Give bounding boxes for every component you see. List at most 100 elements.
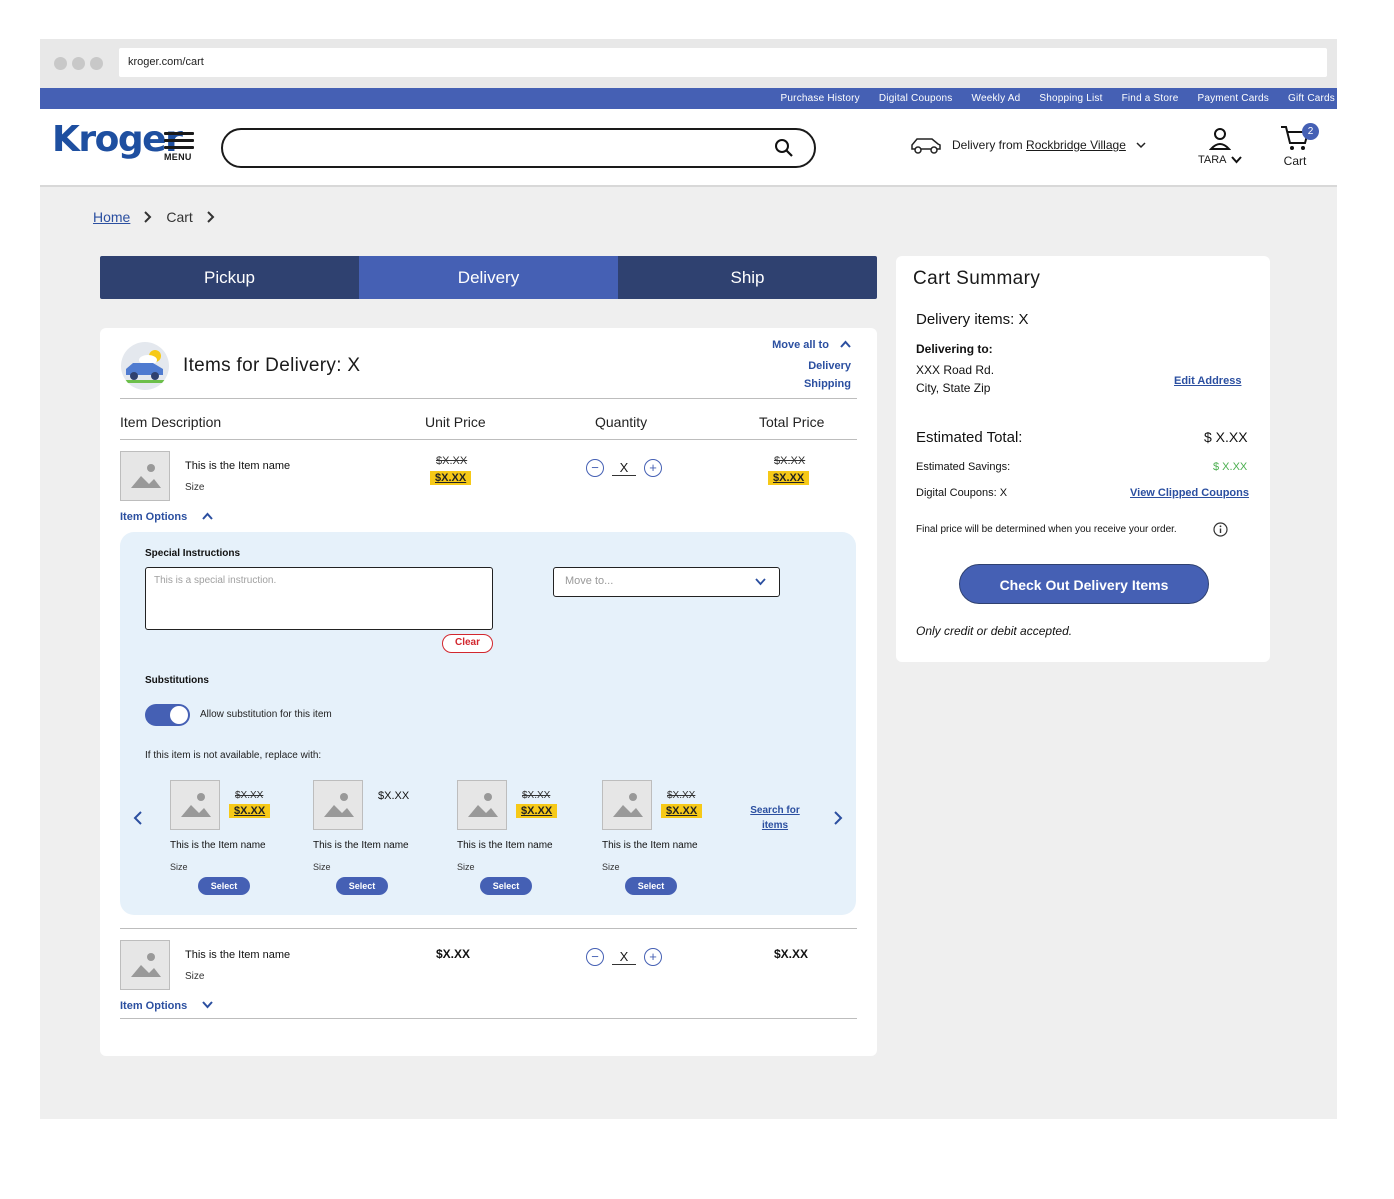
address-line-2: City, State Zip: [916, 381, 991, 395]
search-input[interactable]: [221, 128, 816, 168]
breadcrumb: Home Cart: [93, 209, 215, 225]
sub-price-original: $X.XX: [235, 790, 264, 801]
decrease-qty-button[interactable]: −: [586, 459, 604, 477]
item-size: Size: [185, 482, 205, 493]
nav-shopping-list[interactable]: Shopping List: [1039, 93, 1102, 104]
window-maximize-dot[interactable]: [90, 57, 103, 70]
item-name[interactable]: This is the Item name: [185, 949, 290, 961]
divider: [120, 928, 857, 929]
product-image[interactable]: [602, 780, 652, 830]
nav-gift-cards[interactable]: Gift Cards: [1288, 93, 1335, 104]
increase-qty-button[interactable]: +: [644, 948, 662, 966]
menu-label: MENU: [164, 152, 192, 162]
total-price: $X.XX: [774, 947, 809, 961]
replace-with-label: If this item is not available, replace w…: [145, 750, 322, 761]
payment-note: Only credit or debit accepted.: [916, 624, 1073, 638]
delivery-location[interactable]: Delivery from Rockbridge Village: [910, 136, 1146, 154]
search-icon[interactable]: [774, 138, 794, 158]
cart-button[interactable]: 2 Cart: [1280, 123, 1319, 168]
view-clipped-coupons-link[interactable]: View Clipped Coupons: [1130, 487, 1249, 499]
sub-item-size: Size: [170, 862, 188, 872]
col-quantity: Quantity: [595, 414, 648, 430]
select-button[interactable]: Select: [480, 877, 532, 895]
product-image[interactable]: [120, 940, 170, 990]
browser-window: kroger.com/cart Purchase History Digital…: [40, 39, 1337, 1119]
chevron-right-icon[interactable]: [833, 811, 843, 825]
select-button[interactable]: Select: [625, 877, 677, 895]
decrease-qty-button[interactable]: −: [586, 948, 604, 966]
utility-nav: Purchase History Digital Coupons Weekly …: [40, 88, 1337, 109]
clear-button[interactable]: Clear: [442, 634, 493, 653]
quantity-value[interactable]: X: [612, 949, 636, 965]
account-menu[interactable]: TARA: [1198, 127, 1242, 166]
nav-purchase-history[interactable]: Purchase History: [781, 93, 860, 104]
tab-ship[interactable]: Ship: [618, 256, 877, 299]
sub-item-name[interactable]: This is the Item name: [170, 840, 266, 851]
edit-address-link[interactable]: Edit Address: [1174, 375, 1241, 387]
store-link[interactable]: Rockbridge Village: [1026, 138, 1126, 152]
kroger-logo[interactable]: Kroger: [52, 119, 183, 160]
col-item-description: Item Description: [120, 414, 222, 430]
search-for-items-link[interactable]: Search for items: [746, 803, 804, 833]
tab-pickup[interactable]: Pickup: [100, 256, 359, 299]
final-price-note: Final price will be determined when you …: [916, 524, 1177, 535]
cart-count-badge: 2: [1302, 123, 1319, 140]
address-bar[interactable]: kroger.com/cart: [119, 48, 1327, 77]
toggle-knob: [170, 706, 188, 724]
sub-item-size: Size: [602, 862, 620, 872]
total-price-original: $X.XX: [774, 455, 806, 467]
substitution-toggle[interactable]: [145, 704, 190, 726]
select-button[interactable]: Select: [336, 877, 388, 895]
window-minimize-dot[interactable]: [72, 57, 85, 70]
breadcrumb-current: Cart: [166, 209, 193, 225]
divider: [120, 1018, 857, 1019]
move-all-delivery[interactable]: Delivery: [772, 357, 851, 375]
digital-coupons-label: Digital Coupons: X: [916, 487, 1008, 499]
nav-payment-cards[interactable]: Payment Cards: [1197, 93, 1269, 104]
allow-sub-label: Allow substitution for this item: [200, 709, 332, 720]
item-name[interactable]: This is the Item name: [185, 460, 290, 472]
product-image[interactable]: [120, 451, 170, 501]
nav-find-a-store[interactable]: Find a Store: [1122, 93, 1179, 104]
item-options-toggle[interactable]: Item Options: [120, 1000, 214, 1012]
sub-item-size: Size: [457, 862, 475, 872]
breadcrumb-home[interactable]: Home: [93, 209, 130, 225]
special-instructions-field[interactable]: This is a special instruction.: [145, 567, 493, 630]
tab-delivery[interactable]: Delivery: [359, 256, 618, 299]
increase-qty-button[interactable]: +: [644, 459, 662, 477]
info-icon[interactable]: [1213, 522, 1228, 537]
product-image[interactable]: [457, 780, 507, 830]
address-line-1: XXX Road Rd.: [916, 363, 995, 377]
nav-weekly-ad[interactable]: Weekly Ad: [972, 93, 1021, 104]
move-all-shipping[interactable]: Shipping: [772, 375, 851, 393]
product-image[interactable]: [170, 780, 220, 830]
cart-label: Cart: [1283, 154, 1307, 168]
quantity-value[interactable]: X: [612, 460, 636, 476]
col-total-price: Total Price: [759, 414, 825, 430]
chevron-down-icon: [755, 578, 766, 586]
move-to-value: Move to...: [565, 575, 614, 587]
account-name: TARA: [1198, 154, 1227, 166]
chevron-left-icon[interactable]: [133, 811, 143, 825]
item-options-panel: Special Instructions This is a special i…: [120, 532, 856, 915]
nav-digital-coupons[interactable]: Digital Coupons: [879, 93, 953, 104]
window-close-dot[interactable]: [54, 57, 67, 70]
sub-item-name[interactable]: This is the Item name: [602, 840, 698, 851]
unit-price: $X.XX: [436, 947, 471, 961]
panel-title: Items for Delivery: X: [183, 355, 361, 376]
item-options-toggle[interactable]: Item Options: [120, 511, 214, 523]
menu-button[interactable]: MENU: [164, 132, 194, 162]
move-to-select[interactable]: Move to...: [553, 567, 780, 597]
sub-item-name[interactable]: This is the Item name: [313, 840, 409, 851]
chevron-up-icon[interactable]: [840, 340, 851, 348]
sub-price: $X.XX: [378, 790, 410, 802]
substitute-card: $X.XX $X.XX This is the Item name Size S…: [170, 780, 310, 900]
move-all-label[interactable]: Move all to: [772, 339, 829, 351]
unit-price-sale: $X.XX: [430, 471, 472, 485]
item-size: Size: [185, 971, 205, 982]
product-image[interactable]: [313, 780, 363, 830]
checkout-button[interactable]: Check Out Delivery Items: [959, 564, 1209, 604]
sub-item-name[interactable]: This is the Item name: [457, 840, 553, 851]
select-button[interactable]: Select: [198, 877, 250, 895]
chevron-down-icon: [1136, 142, 1146, 149]
